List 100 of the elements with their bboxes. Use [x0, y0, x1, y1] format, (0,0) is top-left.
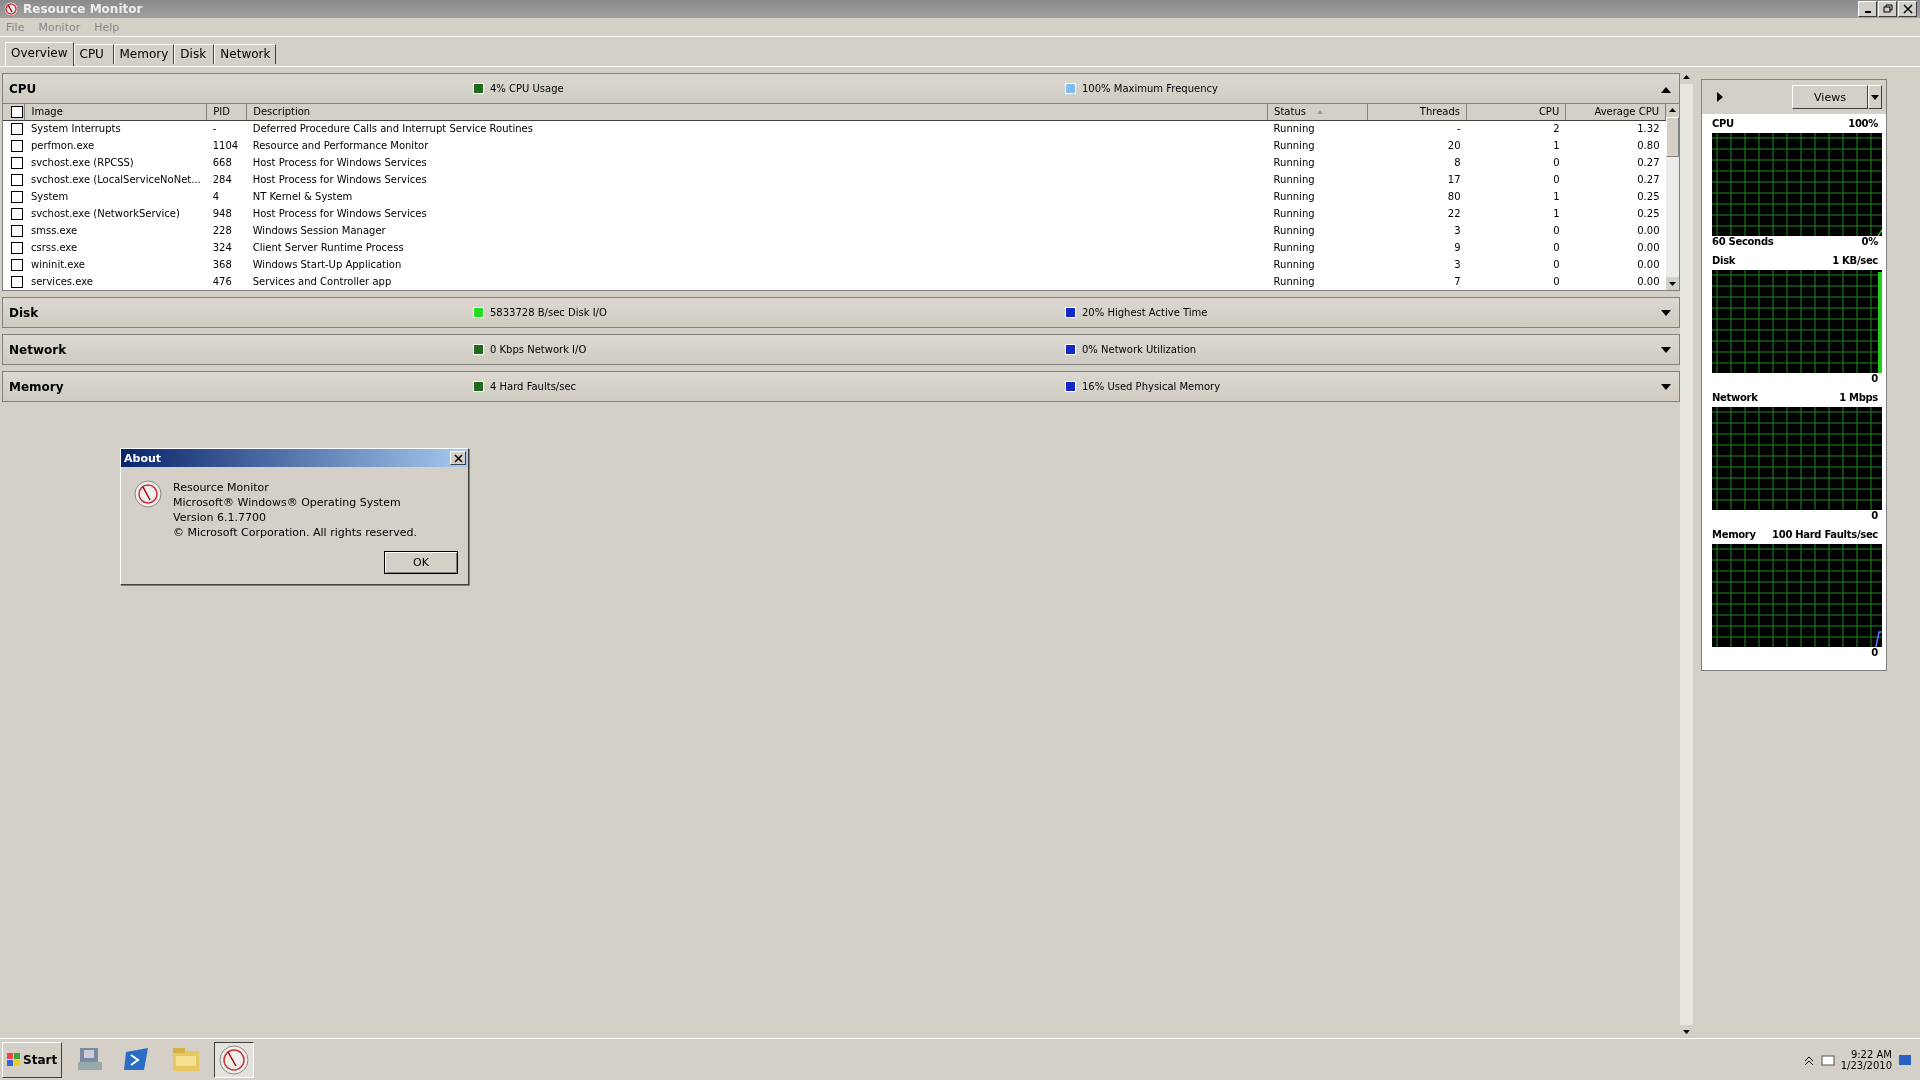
column-header[interactable]: Average CPU — [1565, 104, 1666, 120]
table-cell-text: Windows Session Manager — [251, 224, 387, 238]
windows-logo-icon[interactable] — [7, 1053, 20, 1066]
tab[interactable]: Network — [214, 44, 277, 64]
table-cell-text: Running — [1272, 224, 1316, 238]
scroll-down-icon[interactable] — [1666, 277, 1679, 290]
section-header[interactable]: Disk 5833728 B/sec Disk I/O 20% Highest Active Time — [3, 298, 1679, 327]
checkbox[interactable] — [11, 122, 23, 135]
metric-label: 5833728 B/sec Disk I/O — [490, 307, 607, 318]
column-header[interactable]: Image — [24, 104, 207, 120]
scrollbar[interactable] — [1680, 71, 1693, 1038]
table-cell-text: 668 — [211, 156, 233, 170]
play-icon[interactable] — [1716, 92, 1724, 102]
table-cell-text: 17 — [1446, 173, 1462, 187]
table-cell-text: 0.25 — [1636, 207, 1661, 221]
table-cell-text: Running — [1272, 275, 1316, 289]
checkbox[interactable] — [11, 173, 23, 186]
section-header[interactable]: Memory 4 Hard Faults/sec 16% Used Physical Memory — [3, 372, 1679, 401]
scroll-up-icon[interactable] — [1666, 104, 1679, 117]
graph-scale: 100% — [1848, 118, 1878, 131]
table-cell-text: 0 — [1552, 173, 1561, 187]
checkbox[interactable] — [11, 207, 23, 220]
table-cell-text: Client Server Runtime Process — [251, 241, 405, 255]
section-header[interactable]: Network 0 Kbps Network I/O 0% Network Utilization — [3, 335, 1679, 364]
table-cell-text: 4 — [211, 190, 221, 204]
clock-date[interactable]: 1/23/2010 — [1840, 1059, 1892, 1071]
caret-icon[interactable] — [1871, 94, 1879, 100]
checkbox[interactable] — [11, 224, 23, 237]
scrollbar[interactable] — [1666, 104, 1679, 290]
table-cell: 2 — [1466, 120, 1566, 137]
tab[interactable]: CPU — [73, 44, 114, 64]
checkbox[interactable] — [11, 190, 23, 203]
checkbox[interactable] — [11, 139, 23, 152]
metric-label: 0% Network Utilization — [1082, 344, 1197, 355]
table-cell-text: 0.27 — [1636, 156, 1661, 170]
checkbox[interactable] — [11, 275, 23, 288]
table-cell-text: 22 — [1446, 207, 1462, 221]
table-cell-text: svchost.exe (NetworkService) — [29, 207, 181, 221]
table-cell-text: Host Process for Windows Services — [251, 156, 428, 170]
table-cell-text: 1104 — [211, 139, 240, 153]
metric-label: 0 Kbps Network I/O — [490, 344, 587, 355]
table-cell-text: Running — [1272, 190, 1316, 204]
table-cell-text: Resource and Performance Monitor — [251, 139, 430, 153]
table-cell-text: Running — [1272, 139, 1316, 153]
graph-scale: 0 — [1871, 373, 1878, 386]
checkbox[interactable] — [11, 156, 23, 169]
section-title: CPU — [9, 81, 38, 96]
table-cell-text: 0.00 — [1636, 241, 1661, 255]
table-cell-text: 20 — [1446, 139, 1462, 153]
table-cell-text: 1 — [1552, 139, 1561, 153]
show-desktop-icon[interactable] — [1898, 1052, 1912, 1067]
dropdown-button[interactable] — [1868, 85, 1882, 109]
scroll-thumb[interactable] — [1666, 117, 1679, 157]
window-title: Resource Monitor — [23, 2, 144, 16]
graph-scale: 1 Mbps — [1839, 392, 1878, 405]
table-cell-text: 0 — [1552, 258, 1561, 272]
checkbox[interactable] — [11, 241, 23, 254]
tab[interactable]: Overview — [5, 42, 74, 66]
table-cell-text: 0.25 — [1636, 190, 1661, 204]
metric-label: 16% Used Physical Memory — [1082, 381, 1221, 392]
metric-label: 4% CPU Usage — [490, 83, 564, 94]
column-header[interactable]: Threads — [1367, 104, 1467, 120]
expand-icon[interactable] — [1659, 344, 1673, 355]
table-cell-text: Running — [1272, 156, 1316, 170]
tab[interactable]: Memory — [113, 44, 175, 64]
table-cell-text: svchost.exe (LocalServiceNoNet... — [29, 173, 202, 187]
table-cell-text: 1 — [1552, 190, 1561, 204]
ok-button[interactable]: OK — [384, 551, 458, 574]
views-button[interactable]: Views — [1792, 85, 1868, 109]
dialog-text: Resource Monitor — [173, 481, 270, 494]
metric-label: 20% Highest Active Time — [1082, 307, 1208, 318]
graph-scale: 0 — [1871, 510, 1878, 523]
table-cell-text: 0 — [1552, 241, 1561, 255]
monitor-icon[interactable] — [1820, 1052, 1835, 1067]
checkbox[interactable] — [11, 105, 23, 118]
table-cell-text: 7 — [1453, 275, 1462, 289]
section-header[interactable]: CPU 4% CPU Usage 100% Maximum Frequency — [3, 74, 1679, 103]
gauge-icon[interactable] — [218, 1043, 251, 1076]
table-cell-text: 284 — [211, 173, 233, 187]
section-title: Network — [9, 342, 68, 357]
graph-title: Network — [1712, 392, 1758, 405]
column-header[interactable]: Description — [246, 104, 1268, 120]
expand-icon[interactable] — [1659, 307, 1673, 318]
table-cell-text: 1 — [1552, 207, 1561, 221]
table-cell-text: 324 — [211, 241, 233, 255]
tab[interactable]: Disk — [174, 44, 215, 64]
expand-icon[interactable] — [1659, 381, 1673, 392]
table-cell-text: 3 — [1453, 224, 1462, 238]
graph-scale: 0% — [1861, 236, 1878, 249]
table-cell-text: 0.00 — [1636, 258, 1661, 272]
graph-title: Disk — [1712, 255, 1736, 268]
table-cell-text: smss.exe — [29, 224, 79, 238]
start-button[interactable]: Start — [2, 1041, 63, 1078]
column-header[interactable]: CPU — [1466, 104, 1566, 120]
table-cell-text: 0.27 — [1636, 173, 1661, 187]
checkbox[interactable] — [11, 258, 23, 271]
column-header[interactable]: PID — [206, 104, 247, 120]
clock-time[interactable]: 9:22 AM — [1850, 1048, 1892, 1060]
table-cell-text: svchost.exe (RPCSS) — [29, 156, 135, 170]
sort-arrow-icon — [1315, 109, 1324, 116]
